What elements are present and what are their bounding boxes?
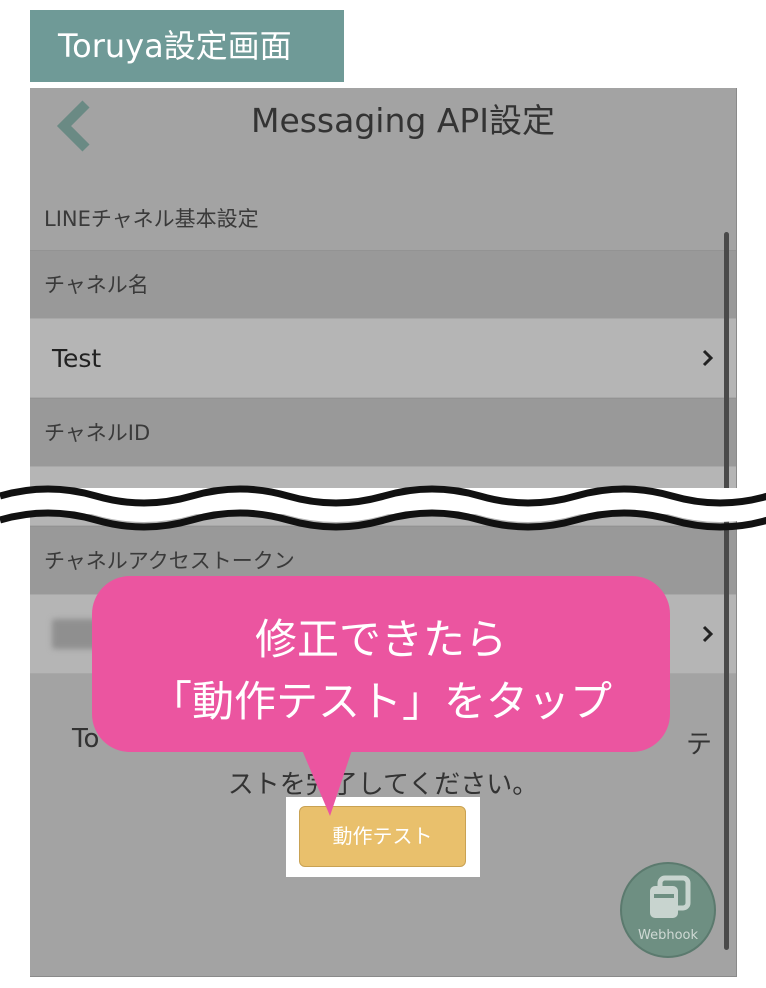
instruction-line-2: ストを完了してください。 (227, 770, 539, 800)
callout-bubble: 修正できたら 「動作テスト」をタップ (92, 576, 670, 752)
callout-line-1: 修正できたら (254, 615, 507, 664)
webhook-label: Webhook (637, 928, 699, 943)
screen-label-tag: Toruya設定画面 (30, 10, 344, 82)
page-title: Messaging API設定 (250, 101, 556, 140)
channel-name-value: Test (52, 344, 102, 373)
chevron-right-icon (702, 625, 714, 643)
break-wave-divider (0, 485, 766, 531)
webhook-button[interactable]: Webhook (620, 862, 716, 958)
channel-id-label: チャネルID (30, 398, 736, 466)
chevron-right-icon (702, 349, 714, 367)
callout-pointer (302, 750, 352, 816)
section-title: LINEチャネル基本設定 (44, 207, 259, 231)
channel-name-label: チャネル名 (30, 250, 736, 318)
channel-name-row[interactable]: Test (30, 318, 736, 398)
callout-line-2: 「動作テスト」をタップ (149, 677, 612, 726)
scrollbar[interactable] (724, 232, 729, 950)
copy-icon (650, 875, 691, 918)
